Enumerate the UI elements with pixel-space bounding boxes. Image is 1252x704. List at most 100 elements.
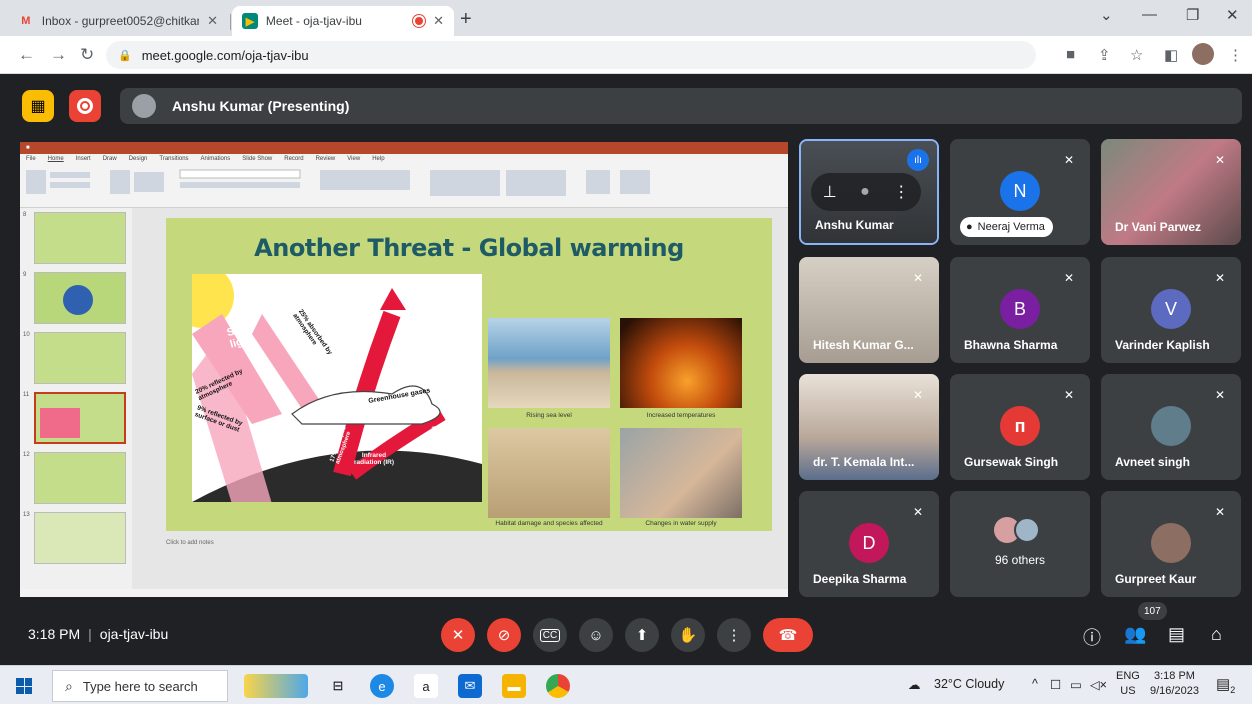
url-input[interactable]: 🔒 meet.google.com/oja-tjav-ibu — [106, 41, 1036, 69]
raise-hand-button[interactable]: ✋ — [671, 618, 705, 652]
notes-field[interactable]: Click to add notes — [166, 540, 214, 546]
captions-button[interactable]: CC — [533, 618, 567, 652]
ribbon-tab: View — [347, 156, 361, 162]
gmail-icon: M — [21, 15, 31, 27]
more-menu-icon[interactable]: ⋮ — [1228, 46, 1243, 64]
slide-thumbnail[interactable] — [34, 332, 126, 384]
chrome-icon[interactable] — [546, 674, 570, 698]
participant-tile[interactable]: ✕ Hitesh Kumar G... — [799, 257, 939, 363]
participant-name: Gurpreet Kaur — [1115, 572, 1197, 586]
diagram-label: Infrared radiation (IR) — [353, 452, 395, 466]
participant-tile[interactable]: ✕ п Gursewak Singh — [950, 374, 1090, 480]
meeting-controls: 3:18 PM | oja-tjav-ibu ✕ ⊘ CC ☺ ⬆ ✋ ⋮ ☎ ⓘ … — [0, 602, 1252, 665]
amazon-icon[interactable]: a — [414, 674, 438, 698]
chat-icon[interactable]: ▤ — [1168, 624, 1185, 645]
camera-icon[interactable]: ■ — [1066, 46, 1075, 63]
weather-text[interactable]: 32°C Cloudy — [934, 677, 1004, 691]
windows-start-icon[interactable] — [16, 678, 32, 694]
more-options-icon[interactable]: ⋮ — [893, 182, 909, 202]
participant-name: Dr Vani Parwez — [1115, 220, 1202, 234]
ppt-ribbon — [20, 164, 788, 208]
participant-tile[interactable]: ✕ Avneet singh — [1101, 374, 1241, 480]
sidepanel-icon[interactable]: ◧ — [1164, 46, 1178, 64]
present-icon: ▦ — [30, 98, 46, 115]
meeting-info: 3:18 PM | oja-tjav-ibu — [28, 626, 169, 642]
slide-thumbnail[interactable] — [34, 512, 126, 564]
mic-off-icon: ✕ — [1063, 153, 1075, 167]
participant-name: Hitesh Kumar G... — [813, 338, 914, 352]
chevron-down-icon[interactable]: ⌄ — [1100, 6, 1113, 24]
mic-off-icon: ✕ — [1214, 388, 1226, 402]
restore-button[interactable]: ❐ — [1186, 6, 1199, 24]
avatar-initial: V — [1164, 298, 1177, 319]
participant-tile[interactable]: ✕ Gurpreet Kaur — [1101, 491, 1241, 597]
forward-button[interactable]: → — [50, 45, 67, 65]
slide-thumbnail[interactable] — [34, 212, 126, 264]
recording-button[interactable] — [69, 90, 101, 122]
edge-icon[interactable]: e — [370, 674, 394, 698]
mic-off-icon: ✕ — [1214, 505, 1226, 519]
tray-chevron-icon[interactable]: ^ — [1032, 677, 1038, 691]
tab-gmail[interactable]: M Inbox - gurpreet0052@chitkara.e ✕ — [8, 6, 228, 36]
record-icon — [77, 98, 93, 114]
emoji-icon: ☺ — [588, 626, 604, 644]
pin-icon[interactable]: ⊥ — [823, 182, 837, 202]
mic-toggle-button[interactable]: ✕ — [441, 618, 475, 652]
close-window-button[interactable]: ✕ — [1226, 6, 1239, 24]
mail-icon[interactable]: ✉ — [458, 674, 482, 698]
mic-off-icon: ✕ — [912, 505, 924, 519]
weather-icon[interactable]: ☁ — [908, 677, 921, 692]
notification-icon[interactable]: ▤2 — [1216, 675, 1235, 695]
camera-off-icon: ⊘ — [497, 627, 511, 644]
taskbar-search[interactable]: ⌕ Type here to search — [52, 670, 228, 702]
close-icon[interactable]: ✕ — [199, 13, 218, 29]
participant-tile[interactable]: ✕ D Deepika Sharma — [799, 491, 939, 597]
reload-button[interactable]: ↻ — [80, 45, 94, 65]
thumb-number: 8 — [23, 212, 27, 218]
taskbar-clock[interactable]: 3:18 PM 9/16/2023 — [1150, 669, 1199, 699]
presentation-toggle-button[interactable]: ▦ — [22, 90, 54, 122]
file-explorer-icon[interactable]: ▬ — [502, 674, 526, 698]
bookmark-star-icon[interactable]: ☆ — [1130, 46, 1143, 64]
participant-tile[interactable]: ✕ Dr Vani Parwez — [1101, 139, 1241, 245]
more-options-button[interactable]: ⋮ — [717, 618, 751, 652]
participant-tile[interactable]: ✕ N ● Neeraj Verma — [950, 139, 1090, 245]
close-icon[interactable]: ✕ — [425, 13, 444, 29]
tab-meet[interactable]: ▶ Meet - oja-tjav-ibu ✕ — [232, 6, 454, 36]
participant-tile[interactable]: ✕ B Bhawna Sharma — [950, 257, 1090, 363]
task-view-icon[interactable]: ⊟ — [326, 674, 350, 698]
ribbon-tab: Animations — [200, 156, 231, 162]
avatar: V — [1151, 289, 1191, 329]
slide-thumbnail-selected[interactable] — [34, 392, 126, 444]
participant-tile[interactable]: ılı ⊥ ● ⋮ Anshu Kumar — [799, 139, 939, 245]
slide-title: Another Threat - Global warming — [254, 234, 684, 262]
present-screen-button[interactable]: ⬆ — [625, 618, 659, 652]
participant-tile[interactable]: ✕ dr. T. Kemala Int... — [799, 374, 939, 480]
tab-title: Inbox - gurpreet0052@chitkara.e — [41, 14, 200, 28]
lang-top: ENG — [1116, 670, 1140, 682]
news-widget-icon[interactable] — [244, 674, 308, 698]
participant-count-badge: 107 — [1138, 602, 1167, 620]
new-tab-button[interactable]: + — [460, 8, 472, 31]
activities-icon[interactable]: ⌂ — [1211, 624, 1222, 645]
ribbon-tab: Draw — [102, 156, 117, 162]
slide-thumbnail[interactable] — [34, 452, 126, 504]
others-tile[interactable]: 96 others — [950, 491, 1090, 597]
camera-toggle-button[interactable]: ⊘ — [487, 618, 521, 652]
language-indicator[interactable]: ENG US — [1116, 669, 1140, 699]
back-button[interactable]: ← — [18, 45, 35, 65]
network-icon[interactable]: ▭ — [1070, 677, 1082, 692]
meeting-details-icon[interactable]: ⓘ — [1083, 624, 1101, 650]
reactions-button[interactable]: ☺ — [579, 618, 613, 652]
mic-icon[interactable]: ● — [860, 183, 870, 201]
share-icon[interactable]: ⇪ — [1098, 46, 1111, 64]
profile-avatar[interactable] — [1192, 43, 1214, 65]
slide-thumbnail[interactable] — [34, 272, 126, 324]
minimize-button[interactable]: — — [1142, 6, 1157, 23]
volume-icon[interactable]: ◁× — [1090, 677, 1107, 692]
ribbon-tab: Help — [372, 156, 385, 162]
people-icon[interactable]: 👥 — [1124, 624, 1146, 645]
participant-tile[interactable]: ✕ V Varinder Kaplish — [1101, 257, 1241, 363]
leave-call-button[interactable]: ☎ — [763, 618, 813, 652]
onedrive-icon[interactable]: ☐ — [1050, 677, 1061, 692]
